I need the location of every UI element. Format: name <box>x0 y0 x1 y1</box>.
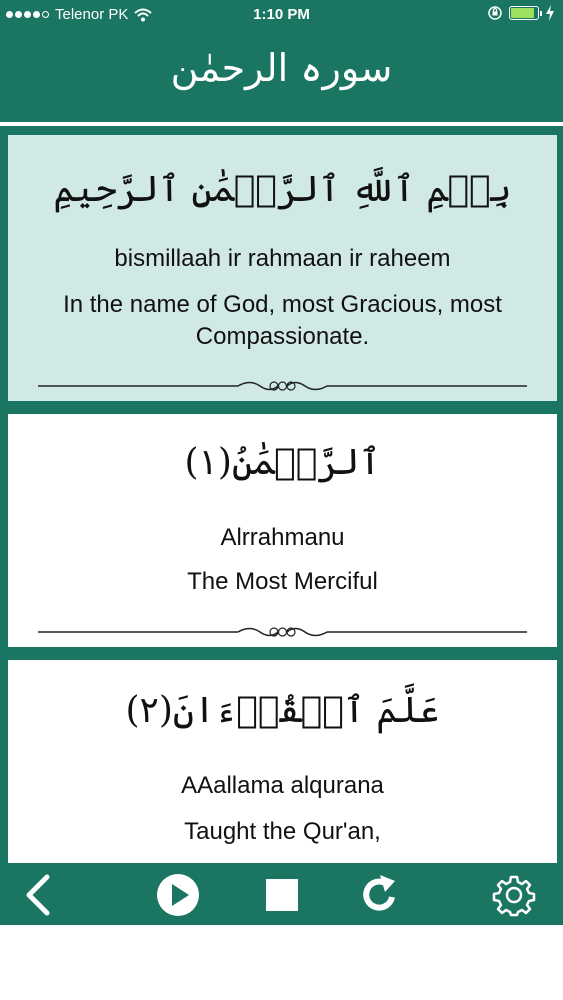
verse-card-bismillah[interactable]: بِسۡمِ ٱللَّهِ ٱلرَّحۡمَٰنِ ٱلرَّحِيمِ b… <box>8 135 557 401</box>
back-button[interactable] <box>16 873 60 917</box>
verse-arabic: عَلَّمَ ٱلۡقُرۡءَانَ(٢) <box>125 690 440 731</box>
status-time: 1:10 PM <box>253 6 310 23</box>
stop-icon <box>266 879 298 911</box>
page-title: سورہ الرحمٰن <box>170 46 393 90</box>
charging-icon <box>546 5 554 21</box>
ornamental-divider-icon <box>38 381 527 391</box>
repeat-button[interactable] <box>358 873 402 917</box>
battery-icon <box>509 6 542 20</box>
stop-button[interactable] <box>260 873 304 917</box>
playback-toolbar <box>0 863 563 925</box>
verse-transliteration: bismillaah ir rahmaan ir raheem <box>114 245 451 272</box>
header-bar: سورہ الرحمٰن <box>0 30 563 122</box>
status-bar: Telenor PK 1:10 PM <box>0 0 563 30</box>
status-right <box>487 5 555 21</box>
verse-transliteration: Alrrahmanu <box>220 524 345 551</box>
verse-transliteration: AAallama alqurana <box>181 772 384 799</box>
chevron-left-icon <box>26 874 50 916</box>
gear-icon <box>492 875 536 917</box>
battery-level <box>511 8 535 18</box>
play-button[interactable] <box>156 873 200 917</box>
play-icon <box>157 874 199 916</box>
verse-translation: The Most Merciful <box>187 568 378 595</box>
verse-translation: In the name of God, most Gracious, most … <box>63 291 502 350</box>
repeat-icon <box>363 875 395 911</box>
verse-translation: Taught the Qur'an, <box>184 818 381 845</box>
verse-card-1[interactable]: ٱلرَّحۡمَٰنُ(١) Alrrahmanu The Most Merc… <box>8 414 557 647</box>
verse-arabic: ٱلرَّحۡمَٰنُ(١) <box>184 442 381 483</box>
app-screen: Telenor PK 1:10 PM سورہ الرحمٰن بِسۡمِ ٱ… <box>0 0 563 1000</box>
ornamental-divider-icon <box>38 627 527 637</box>
verse-card-2[interactable]: عَلَّمَ ٱلۡقُرۡءَانَ(٢) AAallama alquran… <box>8 660 557 863</box>
verse-arabic: بِسۡمِ ٱللَّهِ ٱلرَّحۡمَٰنِ ٱلرَّحِيمِ <box>53 169 512 210</box>
settings-button[interactable] <box>492 873 536 917</box>
rotation-lock-icon <box>488 6 502 20</box>
